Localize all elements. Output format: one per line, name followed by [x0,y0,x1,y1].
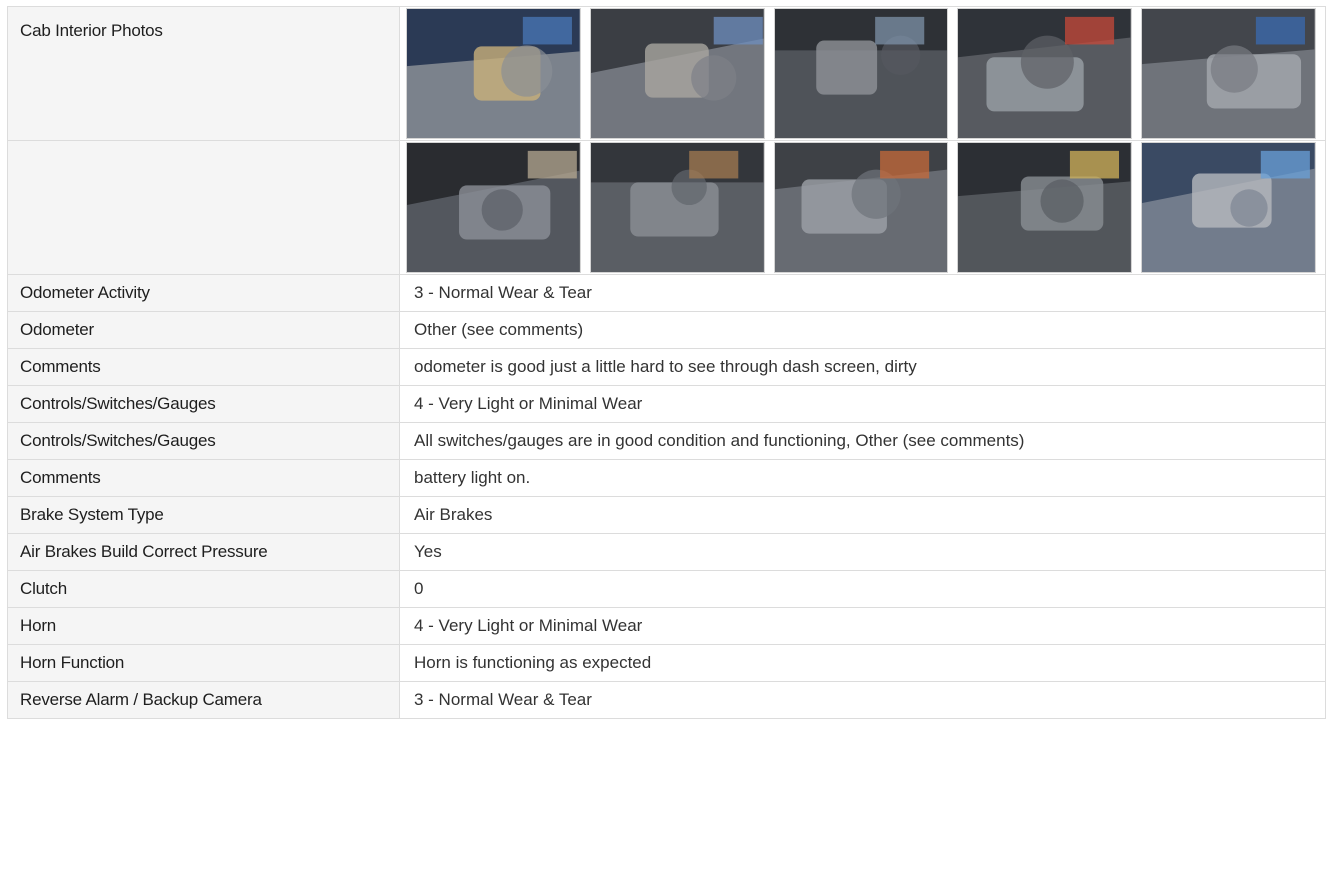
photo-strip-cell-2 [399,140,1326,275]
row-value: Horn is functioning as expected [399,644,1326,682]
table-row: Comments battery light on. [7,459,1326,497]
table-row: Odometer Activity 3 - Normal Wear & Tear [7,274,1326,312]
row-label: Comments [7,459,400,497]
table-row: Controls/Switches/Gauges 4 - Very Light … [7,385,1326,423]
driver-seat-photo[interactable] [957,142,1133,273]
table-row: Comments odometer is good just a little … [7,348,1326,386]
table-row: Horn Function Horn is functioning as exp… [7,644,1326,682]
row-label: Odometer [7,311,400,349]
row-value: All switches/gauges are in good conditio… [399,422,1326,460]
row-label: Comments [7,348,400,386]
cab-interior-seat-photo[interactable] [406,8,581,139]
row-value: 3 - Normal Wear & Tear [399,274,1326,312]
row-label: Clutch [7,570,400,608]
row-value: odometer is good just a little hard to s… [399,348,1326,386]
inspection-table: Cab Interior Photos Odometer Activity 3 … [7,6,1326,719]
table-row: Brake System Type Air Brakes [7,496,1326,534]
row-value: 0 [399,570,1326,608]
steering-wheel-photo[interactable] [406,142,581,273]
table-row: Reverse Alarm / Backup Camera 3 - Normal… [7,681,1326,719]
row-value: Air Brakes [399,496,1326,534]
dashboard-seat-photo[interactable] [589,8,765,139]
center-console-photo[interactable] [957,8,1133,139]
row-value: Yes [399,533,1326,571]
pedals-floor-photo[interactable] [589,142,765,273]
photo-section-label-empty [7,140,400,275]
glovebox-panel-photo[interactable] [773,8,949,139]
sleeper-interior-photo[interactable] [1141,142,1316,273]
photo-row-1: Cab Interior Photos [7,6,1326,141]
door-panel-photo[interactable] [773,142,949,273]
photo-section-label: Cab Interior Photos [7,6,400,141]
row-label: Odometer Activity [7,274,400,312]
table-row: Air Brakes Build Correct Pressure Yes [7,533,1326,571]
row-label: Reverse Alarm / Backup Camera [7,681,400,719]
table-row: Controls/Switches/Gauges All switches/ga… [7,422,1326,460]
row-value: 4 - Very Light or Minimal Wear [399,385,1326,423]
row-label: Controls/Switches/Gauges [7,385,400,423]
photo-row-2 [7,140,1326,275]
photo-strip-2 [400,141,1325,274]
row-value: 3 - Normal Wear & Tear [399,681,1326,719]
row-label: Controls/Switches/Gauges [7,422,400,460]
photo-strip-cell-1 [399,6,1326,141]
row-value: Other (see comments) [399,311,1326,349]
row-value: 4 - Very Light or Minimal Wear [399,607,1326,645]
table-row: Horn 4 - Very Light or Minimal Wear [7,607,1326,645]
row-label: Brake System Type [7,496,400,534]
photo-strip-1 [400,7,1325,140]
row-value: battery light on. [399,459,1326,497]
table-row: Odometer Other (see comments) [7,311,1326,349]
row-label: Air Brakes Build Correct Pressure [7,533,400,571]
table-row: Clutch 0 [7,570,1326,608]
row-label: Horn [7,607,400,645]
row-label: Horn Function [7,644,400,682]
floor-shifter-photo[interactable] [1141,8,1316,139]
